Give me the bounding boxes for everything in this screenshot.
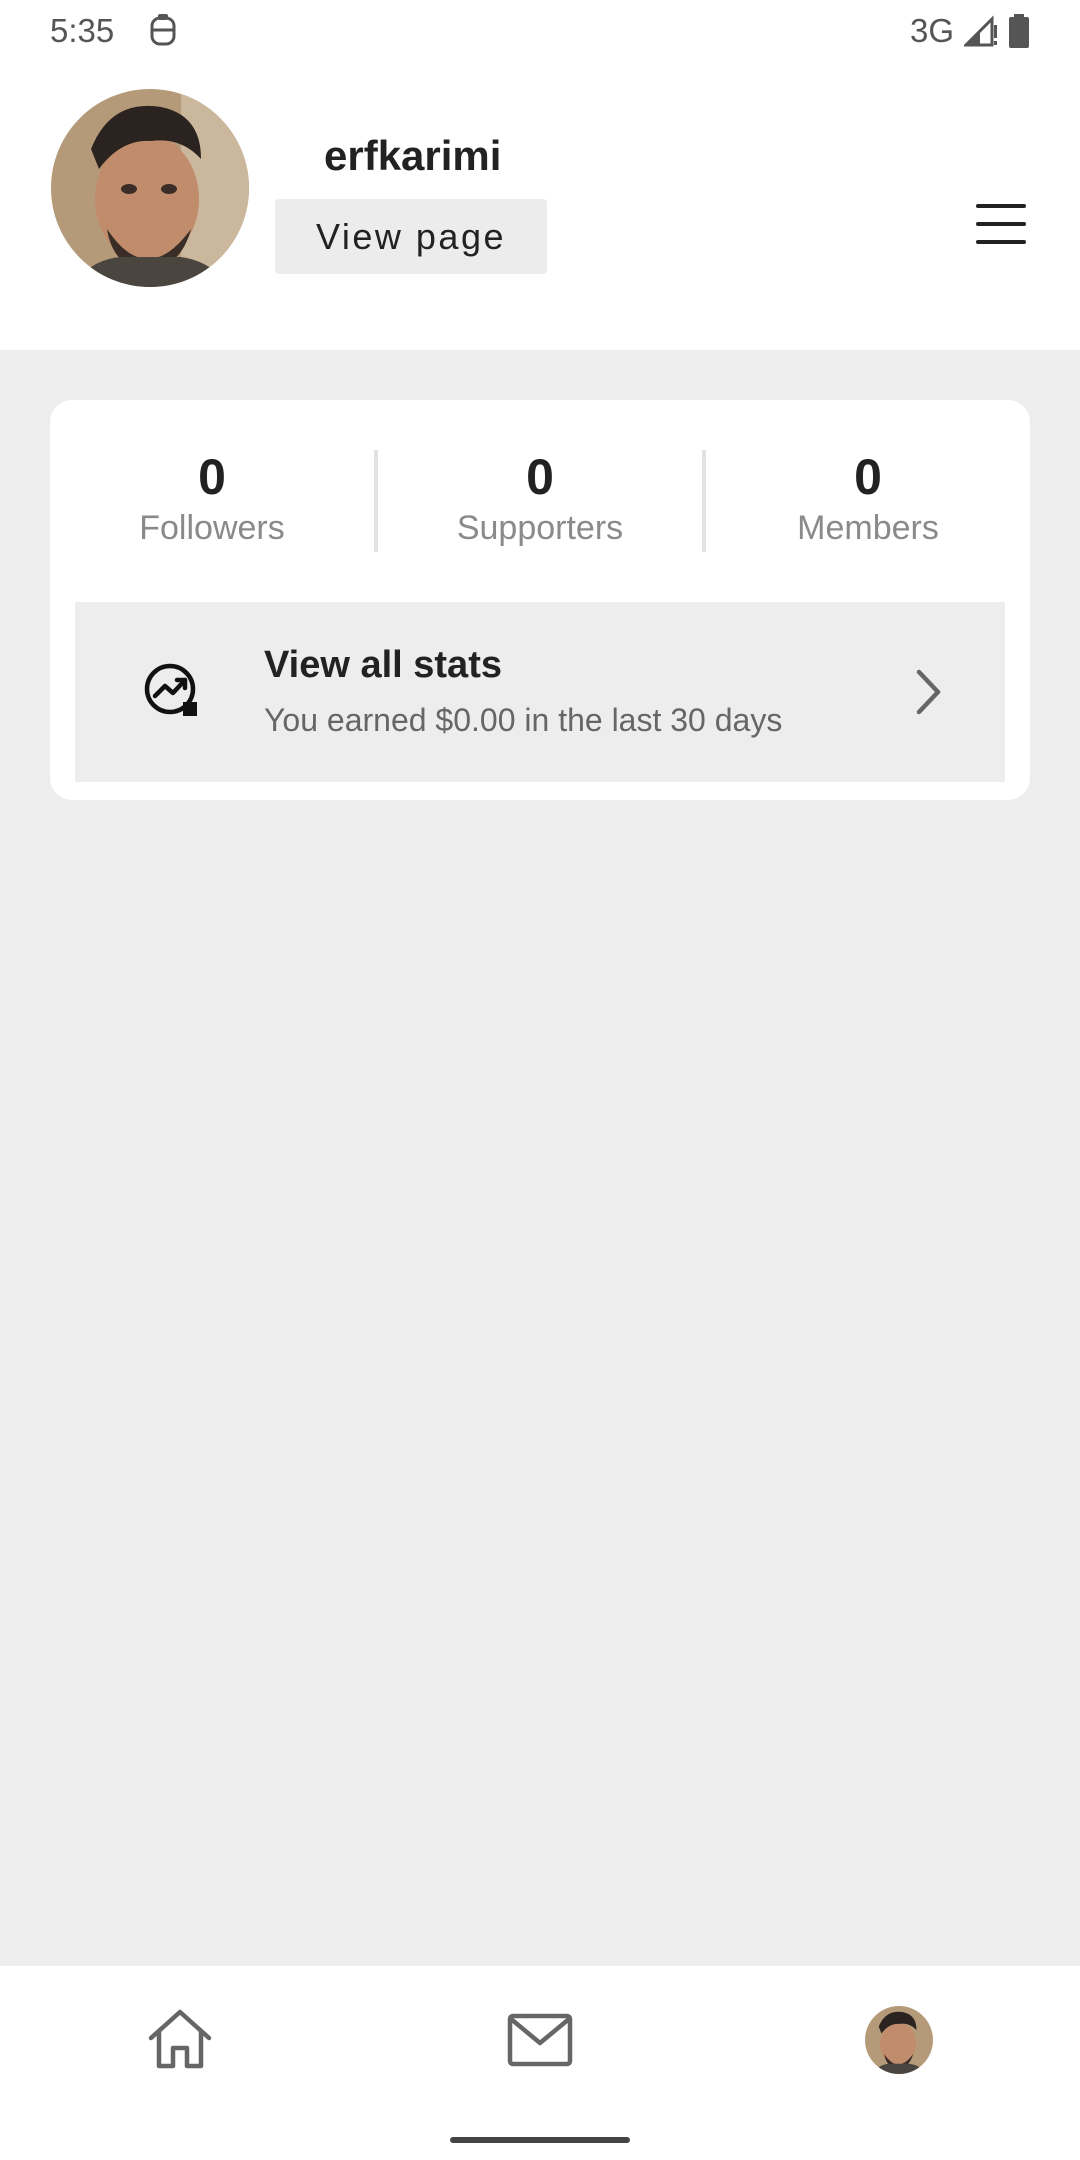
notification-app-icon <box>148 14 178 48</box>
signal-icon <box>964 15 998 47</box>
stat-label: Members <box>797 509 939 547</box>
chevron-right-icon <box>916 669 941 715</box>
view-page-button[interactable]: View page <box>275 199 547 274</box>
stat-value: 0 <box>526 449 554 505</box>
hamburger-menu-icon[interactable] <box>976 204 1026 244</box>
stat-followers: 0 Followers <box>50 450 374 552</box>
stat-value: 0 <box>854 449 882 505</box>
stats-chart-icon <box>144 663 197 716</box>
screen: 5:35 3G erfkarimi View page 0 Followers … <box>0 0 1080 2160</box>
stats-row: 0 Followers 0 Supporters 0 Members <box>50 450 1030 552</box>
stat-members: 0 Members <box>706 450 1030 552</box>
view-all-stats-title: View all stats <box>264 644 502 686</box>
profile-avatar[interactable] <box>865 2006 933 2074</box>
stat-label: Supporters <box>456 509 624 547</box>
stats-card: 0 Followers 0 Supporters 0 Members View … <box>50 400 1030 800</box>
bottom-navigation <box>0 1966 1080 2160</box>
earnings-subtitle: You earned $0.00 in the last 30 days <box>264 702 783 738</box>
view-all-stats-button[interactable]: View all stats You earned $0.00 in the l… <box>75 602 1005 782</box>
home-icon[interactable] <box>147 2008 213 2070</box>
stat-label: Followers <box>139 509 285 547</box>
profile-photo <box>51 89 249 287</box>
profile-header: erfkarimi View page <box>0 62 1080 350</box>
status-bar: 5:35 3G <box>0 0 1080 62</box>
network-type: 3G <box>909 12 954 49</box>
stat-value: 0 <box>198 449 226 505</box>
status-time: 5:35 <box>50 12 115 49</box>
stat-supporters: 0 Supporters <box>378 450 702 552</box>
profile-avatar-photo <box>865 2006 933 2074</box>
gesture-navigation-bar[interactable] <box>450 2137 630 2143</box>
mail-icon[interactable] <box>507 2013 573 2067</box>
avatar[interactable] <box>51 89 249 287</box>
username: erfkarimi <box>324 132 502 179</box>
battery-icon <box>1008 14 1030 48</box>
